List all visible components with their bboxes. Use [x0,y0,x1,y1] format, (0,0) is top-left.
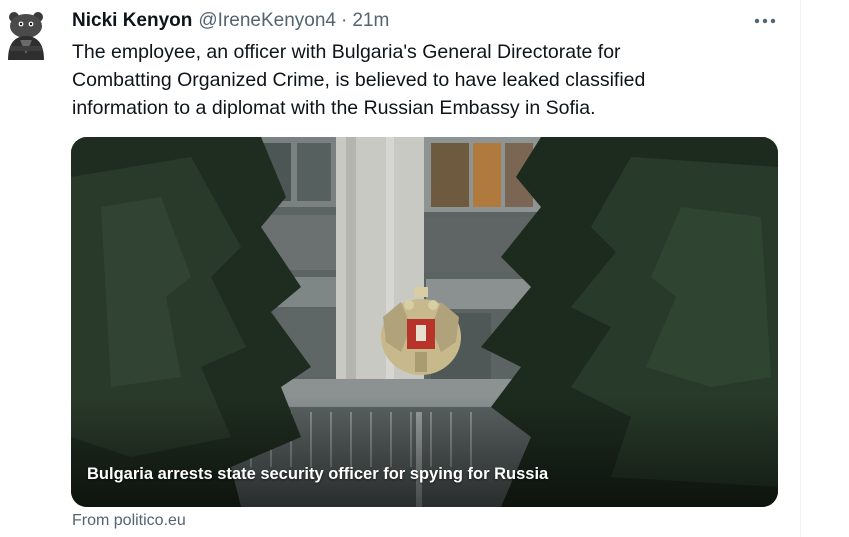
tweet-text-line: information to a diplomat with the Russi… [72,97,596,119]
link-card[interactable]: Bulgaria arrests state security officer … [71,137,778,507]
tweet-text: The employee, an officer with Bulgaria's… [72,38,772,122]
author-name[interactable]: Nicki Kenyon [72,10,192,32]
tweet-header: Nicki Kenyon @IreneKenyon4 · 21m [72,9,389,33]
more-options-button[interactable] [748,6,782,36]
card-caption: Bulgaria arrests state security officer … [87,465,549,483]
separator-dot: · [340,10,348,31]
card-image [71,137,778,507]
column-divider [800,0,801,537]
avatar-image [0,6,54,62]
more-horizontal-icon [754,18,776,24]
tweet-text-line: The employee, an officer with Bulgaria's… [72,41,621,63]
timestamp[interactable]: 21m [352,10,389,32]
author-handle[interactable]: @IreneKenyon4 [198,10,336,32]
avatar[interactable] [0,6,54,62]
tweet-text-line: Combatting Organized Crime, is believed … [72,69,646,91]
card-source[interactable]: From politico.eu [72,512,186,530]
tweet[interactable]: Nicki Kenyon @IreneKenyon4 · 21m The emp… [0,0,800,537]
